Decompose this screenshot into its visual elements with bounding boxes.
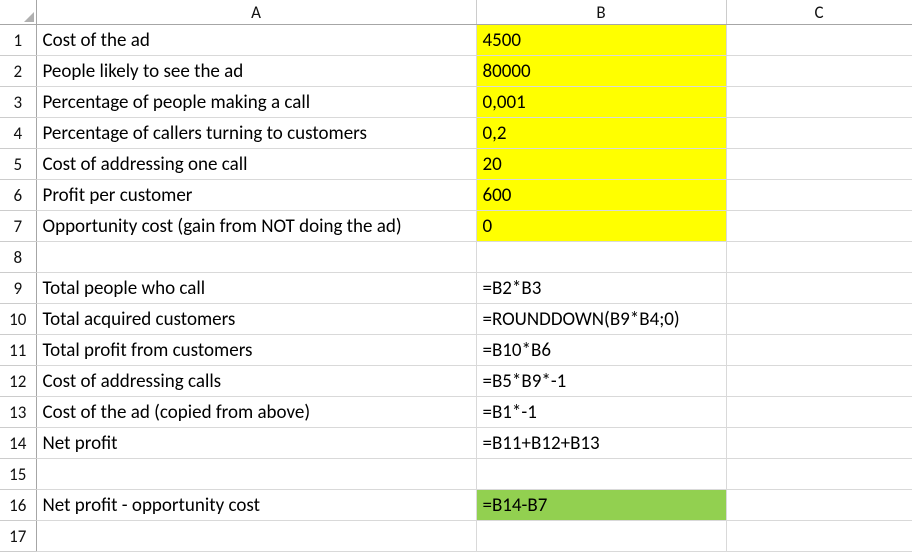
- row-header-3[interactable]: 3: [0, 87, 36, 118]
- cell-A1[interactable]: Cost of the ad: [36, 25, 476, 56]
- cell-B17[interactable]: [476, 521, 726, 552]
- row-header-9[interactable]: 9: [0, 273, 36, 304]
- cell-A15[interactable]: [36, 459, 476, 490]
- cell-A12[interactable]: Cost of addressing calls: [36, 366, 476, 397]
- row-7: 7 Opportunity cost (gain from NOT doing …: [0, 211, 912, 242]
- cell-B3[interactable]: 0,001: [476, 87, 726, 118]
- spreadsheet: A B C 1 Cost of the ad 4500 2 People lik…: [0, 0, 912, 535]
- row-1: 1 Cost of the ad 4500: [0, 25, 912, 56]
- cell-C14[interactable]: [726, 428, 912, 459]
- cell-A5[interactable]: Cost of addressing one call: [36, 149, 476, 180]
- cell-C1[interactable]: [726, 25, 912, 56]
- cell-C2[interactable]: [726, 56, 912, 87]
- select-all-corner[interactable]: [0, 0, 36, 25]
- cell-B10[interactable]: =ROUNDDOWN(B9*B4;0): [476, 304, 726, 335]
- grid: A B C 1 Cost of the ad 4500 2 People lik…: [0, 0, 912, 552]
- cell-A7[interactable]: Opportunity cost (gain from NOT doing th…: [36, 211, 476, 242]
- row-14: 14 Net profit =B11+B12+B13: [0, 428, 912, 459]
- cell-C15[interactable]: [726, 459, 912, 490]
- cell-C9[interactable]: [726, 273, 912, 304]
- cell-C10[interactable]: [726, 304, 912, 335]
- cell-A8[interactable]: [36, 242, 476, 273]
- cell-A14[interactable]: Net profit: [36, 428, 476, 459]
- row-16: 16 Net profit - opportunity cost =B14-B7: [0, 490, 912, 521]
- row-header-1[interactable]: 1: [0, 25, 36, 56]
- row-header-16[interactable]: 16: [0, 490, 36, 521]
- cell-B15[interactable]: [476, 459, 726, 490]
- row-header-13[interactable]: 13: [0, 397, 36, 428]
- cell-B1[interactable]: 4500: [476, 25, 726, 56]
- cell-C7[interactable]: [726, 211, 912, 242]
- cell-B4[interactable]: 0,2: [476, 118, 726, 149]
- cell-C17[interactable]: [726, 521, 912, 552]
- cell-A16[interactable]: Net profit - opportunity cost: [36, 490, 476, 521]
- column-header-row: A B C: [0, 0, 912, 25]
- row-13: 13 Cost of the ad (copied from above) =B…: [0, 397, 912, 428]
- row-11: 11 Total profit from customers =B10*B6: [0, 335, 912, 366]
- row-10: 10 Total acquired customers =ROUNDDOWN(B…: [0, 304, 912, 335]
- cell-B9[interactable]: =B2*B3: [476, 273, 726, 304]
- cell-A13[interactable]: Cost of the ad (copied from above): [36, 397, 476, 428]
- row-9: 9 Total people who call =B2*B3: [0, 273, 912, 304]
- column-header-C[interactable]: C: [726, 0, 912, 25]
- cell-B8[interactable]: [476, 242, 726, 273]
- cell-A2[interactable]: People likely to see the ad: [36, 56, 476, 87]
- cell-B11[interactable]: =B10*B6: [476, 335, 726, 366]
- row-header-14[interactable]: 14: [0, 428, 36, 459]
- cell-A17[interactable]: [36, 521, 476, 552]
- column-header-B[interactable]: B: [476, 0, 726, 25]
- row-header-5[interactable]: 5: [0, 149, 36, 180]
- cell-A9[interactable]: Total people who call: [36, 273, 476, 304]
- row-3: 3 Percentage of people making a call 0,0…: [0, 87, 912, 118]
- cell-C6[interactable]: [726, 180, 912, 211]
- row-header-12[interactable]: 12: [0, 366, 36, 397]
- cell-C5[interactable]: [726, 149, 912, 180]
- row-6: 6 Profit per customer 600: [0, 180, 912, 211]
- cell-A11[interactable]: Total profit from customers: [36, 335, 476, 366]
- cell-B12[interactable]: =B5*B9*-1: [476, 366, 726, 397]
- row-4: 4 Percentage of callers turning to custo…: [0, 118, 912, 149]
- row-header-2[interactable]: 2: [0, 56, 36, 87]
- row-12: 12 Cost of addressing calls =B5*B9*-1: [0, 366, 912, 397]
- cell-C13[interactable]: [726, 397, 912, 428]
- row-2: 2 People likely to see the ad 80000: [0, 56, 912, 87]
- row-15: 15: [0, 459, 912, 490]
- row-header-7[interactable]: 7: [0, 211, 36, 242]
- cell-C4[interactable]: [726, 118, 912, 149]
- cell-B2[interactable]: 80000: [476, 56, 726, 87]
- row-17: 17: [0, 521, 912, 552]
- cell-B6[interactable]: 600: [476, 180, 726, 211]
- cell-B13[interactable]: =B1*-1: [476, 397, 726, 428]
- cell-C3[interactable]: [726, 87, 912, 118]
- cell-A3[interactable]: Percentage of people making a call: [36, 87, 476, 118]
- row-8: 8: [0, 242, 912, 273]
- row-5: 5 Cost of addressing one call 20: [0, 149, 912, 180]
- cell-C8[interactable]: [726, 242, 912, 273]
- cell-B14[interactable]: =B11+B12+B13: [476, 428, 726, 459]
- row-header-17[interactable]: 17: [0, 521, 36, 552]
- cell-C12[interactable]: [726, 366, 912, 397]
- cell-B16[interactable]: =B14-B7: [476, 490, 726, 521]
- column-header-A[interactable]: A: [36, 0, 476, 25]
- row-header-10[interactable]: 10: [0, 304, 36, 335]
- row-header-15[interactable]: 15: [0, 459, 36, 490]
- cell-A6[interactable]: Profit per customer: [36, 180, 476, 211]
- cell-C16[interactable]: [726, 490, 912, 521]
- cell-A10[interactable]: Total acquired customers: [36, 304, 476, 335]
- row-header-11[interactable]: 11: [0, 335, 36, 366]
- cell-B7[interactable]: 0: [476, 211, 726, 242]
- cell-B5[interactable]: 20: [476, 149, 726, 180]
- cell-A4[interactable]: Percentage of callers turning to custome…: [36, 118, 476, 149]
- cell-C11[interactable]: [726, 335, 912, 366]
- row-header-4[interactable]: 4: [0, 118, 36, 149]
- row-header-8[interactable]: 8: [0, 242, 36, 273]
- row-header-6[interactable]: 6: [0, 180, 36, 211]
